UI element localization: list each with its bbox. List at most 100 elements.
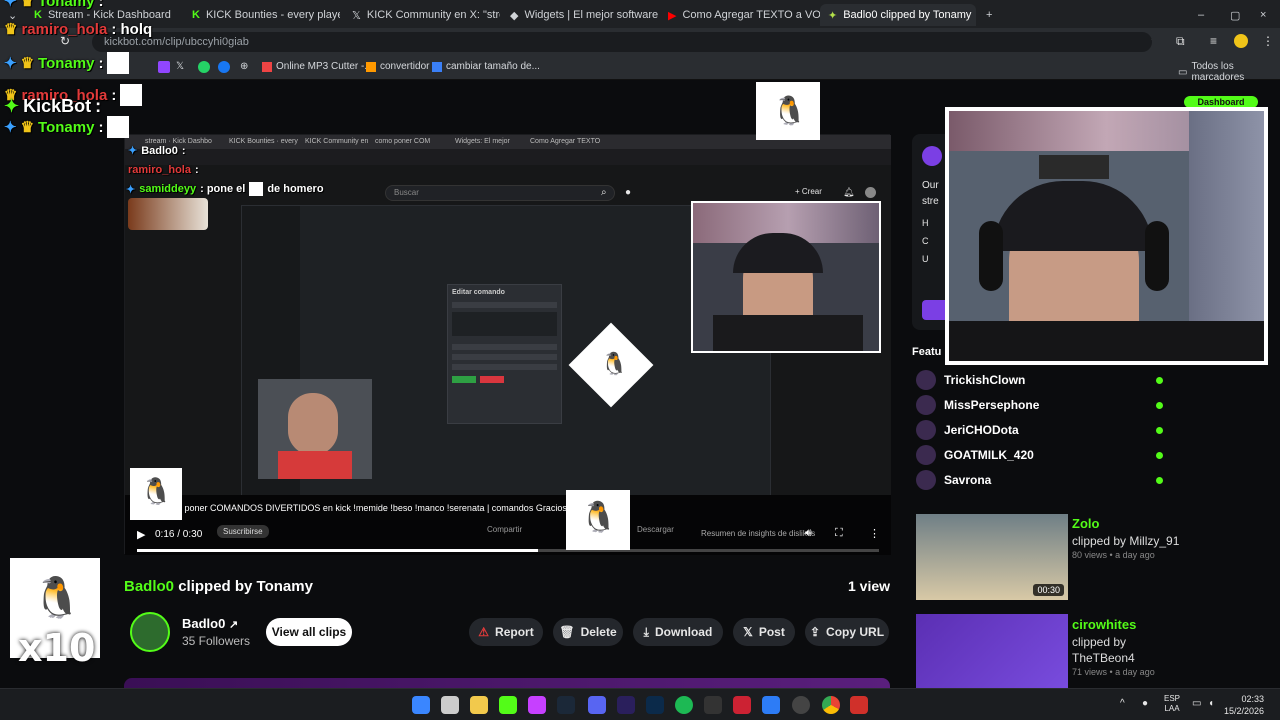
clock-date: 15/2/2026 [1223,706,1264,716]
featured-streamer[interactable]: JeriCHODota [916,420,1019,440]
delete-button[interactable]: 🗑︎ Delete [553,618,623,646]
create-button: + Crear [795,187,822,196]
language-layout: LAA [1164,704,1180,713]
discord-icon[interactable] [588,696,606,714]
canva-icon[interactable] [528,696,546,714]
chat-message: ✦ ♛ Tonamy : [4,116,130,138]
close-icon: × [1260,9,1267,21]
streamer-name: Savrona [944,473,992,487]
chat-text: : [98,0,104,10]
bookmark-mp3-cutter[interactable]: Online MP3 Cutter -... [262,61,373,72]
tab-kick-community[interactable]: 𝕏 KICK Community en X: "stream × [344,4,500,26]
spotify-icon[interactable] [675,696,693,714]
promo-bullet: C [922,236,929,246]
voicemod-icon[interactable] [850,696,868,714]
more-options-icon[interactable]: ⋮ [869,527,880,540]
bookmark-label: cambiar tamaño de... [446,61,540,72]
bookmark-label: Online MP3 Cutter -... [276,61,373,72]
channel-followers: 35 Followers [182,634,251,648]
chat-text: : [98,54,104,72]
bookmark-cambiar-tamano[interactable]: cambiar tamaño de... [432,61,540,72]
fullscreen-icon[interactable]: ⛶ [835,527,843,540]
channel-avatar[interactable] [130,612,170,652]
language-indicator[interactable]: ESP LAA [1164,694,1180,714]
speaker-icon[interactable]: ◖ [1208,698,1214,709]
obs-icon[interactable] [792,696,810,714]
monitor-icon[interactable]: ▭ [1192,698,1201,709]
twitch-bookmark-icon[interactable] [158,61,170,73]
media-icon[interactable]: ≡ [1210,34,1217,48]
featured-streamer[interactable]: GOATMILK_420 [916,445,1034,465]
maximize-button[interactable]: ▢ [1222,4,1246,26]
whatsapp-bookmark-icon[interactable] [198,61,210,73]
penguin-overlay-top: 🐧 [756,82,820,140]
tab-label: Widgets | El mejor software pa [524,9,658,21]
clip-video-player[interactable]: stream · Kick Dashbo KICK Bounties · eve… [124,134,891,555]
tab-youtube[interactable]: ▶ Como Agregar TEXTO a VOZ a × [660,4,820,26]
chat-username: KickBot [23,96,92,116]
kick-app-icon[interactable] [499,696,517,714]
capcut-icon[interactable] [704,696,722,714]
download-icon: ⤓ [643,624,649,639]
chat-username: Badlo0 [141,144,178,157]
minimize-button[interactable]: – [1190,4,1214,26]
channel-name-link[interactable]: Badlo0 ↗ [182,616,238,631]
x-bookmark-icon[interactable]: 𝕏 [176,61,184,72]
photoshop-icon[interactable] [646,696,664,714]
chat-message: ✦ KickBot : [4,96,101,117]
clip-title-channel: Badlo0 [124,578,175,595]
view-all-clips-button[interactable]: View all clips [266,618,352,646]
bookmark-convertidor[interactable]: convertidor [366,61,429,72]
chrome-icon[interactable] [822,696,840,714]
promo-button[interactable] [922,300,946,320]
play-icon[interactable]: ▶ [137,528,145,541]
file-explorer-icon[interactable] [470,696,488,714]
crown-icon: ♛ [4,21,18,38]
download-button[interactable]: ⤓ Download [633,618,723,646]
promo-text: stre [922,196,939,207]
related-clip-thumbnail[interactable]: 00:30 [916,514,1068,600]
volume-icon[interactable]: 🔊︎ [805,527,812,540]
globe-bookmark-icon[interactable]: ⊕ [240,61,248,72]
featured-streamer[interactable]: Savrona [916,470,991,490]
kinder-bueno-emote [128,198,208,230]
facebook-bookmark-icon[interactable] [218,61,230,73]
chat-text: : [181,144,186,157]
url-input[interactable]: kickbot.com/clip/ubccyhi0giab [92,32,1152,52]
video-progress-bar[interactable] [137,549,879,552]
featured-streamer[interactable]: MissPersephone [916,395,1039,415]
bookmark-favicon-icon [366,61,376,72]
system-clock[interactable]: 02:33 15/2/2026 [1224,693,1264,717]
featured-streamer[interactable]: TrickishClown [916,370,1025,390]
streamer-name: GOATMILK_420 [944,448,1034,462]
more-menu-icon[interactable]: ⋮ [1262,34,1274,48]
valorant-icon[interactable] [733,696,751,714]
streamer-facecam-inner [691,201,881,353]
microphone-icon[interactable]: ● [1142,698,1148,709]
promo-banner [124,678,890,688]
extensions-icon[interactable]: ⧉ [1176,34,1185,49]
tab-kick-bounties[interactable]: K KICK Bounties - every player for × [184,4,340,26]
profile-avatar[interactable] [1234,34,1248,48]
new-tab-button[interactable]: + [978,4,998,26]
post-label: Post [758,625,785,639]
post-button[interactable]: 𝕏 Post [733,618,795,646]
streamer-avatar [916,370,936,390]
chat-message: ♛ ramiro_hola : holq [4,20,152,39]
copy-url-label: Copy URL [826,625,885,639]
copy-url-button[interactable]: ⇪ Copy URL [805,618,889,646]
window-close-button[interactable]: × [1252,4,1276,26]
windows-start-icon[interactable] [412,696,430,714]
related-clip-title[interactable]: cirowhites [1072,617,1136,632]
related-clip-title[interactable]: Zolo [1072,516,1099,531]
chevron-up-icon[interactable]: ^ [1120,698,1125,709]
tab-current-clip[interactable]: ✦ Badlo0 clipped by Tonamy × [820,4,976,26]
tab-widgets[interactable]: ◆ Widgets | El mejor software pa × [502,4,658,26]
report-button[interactable]: ⚠ Report [469,618,543,646]
premiere-icon[interactable] [617,696,635,714]
notepad-icon[interactable] [441,696,459,714]
riot-client-icon[interactable] [762,696,780,714]
tab-label: Como Agregar TEXTO a VOZ a [682,9,820,21]
steam-icon[interactable] [557,696,575,714]
chat-message: ✦ ♛ Tonamy : [4,0,103,10]
